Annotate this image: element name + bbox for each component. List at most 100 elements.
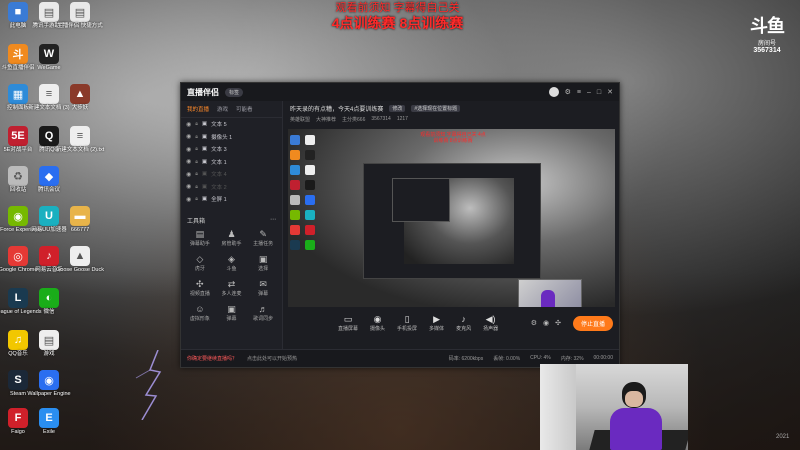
desktop-icon[interactable]: ♻ 回收站	[2, 166, 34, 194]
more-icon[interactable]: ⋯	[270, 216, 276, 225]
desktop-icon[interactable]: ◎ Google Chrome	[0, 246, 37, 274]
source-type-icon: ▣	[201, 133, 208, 140]
source-item[interactable]: ◉ 🔒︎ ▣ 文本 4	[181, 168, 282, 181]
tool-item[interactable]: ✉ 弹幕	[247, 279, 279, 297]
stream-preview[interactable]: 观看前须知 字幕得自己关 4点训练赛 8点训练赛	[288, 129, 615, 307]
desktop-icon[interactable]: ▤ 主播伴侣 快捷方式	[57, 2, 103, 30]
desktop-icon[interactable]: E Exile	[33, 408, 65, 436]
desktop-icon[interactable]: ♫ QQ音乐	[2, 330, 34, 358]
desktop-icon[interactable]: ≡ 新建文本文档 (2).txt	[56, 126, 104, 154]
tool-item[interactable]: ◈ 斗鱼	[216, 254, 248, 272]
tool-label: 斗鱼	[226, 265, 237, 272]
eye-icon[interactable]: ◉	[186, 183, 191, 190]
minimize-icon[interactable]: –	[587, 89, 591, 96]
close-icon[interactable]: ✕	[607, 88, 613, 96]
desktop-icon[interactable]: 5E 5E对战平台	[2, 126, 34, 154]
app-badge[interactable]: 标签	[225, 87, 244, 97]
tool-item[interactable]: ☺ 虚拟形象	[184, 304, 216, 322]
source-item[interactable]: ◉ 🔒︎ ▣ 文本 1	[181, 156, 282, 169]
desktop-icon[interactable]: ◉GeForce Experience	[0, 206, 43, 234]
eye-icon[interactable]: ◉	[186, 146, 191, 153]
tool-item[interactable]: ▤ 弹幕助手	[184, 229, 216, 247]
tool-item[interactable]: ◇ 虎牙	[184, 254, 216, 272]
live-button[interactable]: 停止直播	[572, 315, 613, 331]
maximize-icon[interactable]: □	[597, 89, 601, 96]
tool-item[interactable]: ▣ 选择	[247, 254, 279, 272]
stream-title-bar: 昨天录的有点糟，今天4点要训练赛 修改 #选择现在位置标题	[284, 101, 619, 116]
eye-icon[interactable]: ◉	[186, 133, 191, 140]
source-item[interactable]: ◉ 🔒︎ ▣ 文本 2	[181, 181, 282, 194]
lock-icon[interactable]: 🔒︎	[195, 171, 198, 177]
douyu-icon: 斗	[8, 44, 28, 64]
settings-icon[interactable]: ⚙	[531, 319, 537, 327]
tool-item[interactable]: ⇄ 多人连麦	[216, 279, 248, 297]
desktop-icon[interactable]: ≡ 新建文本文档 (3)	[28, 84, 70, 112]
desktop-icon[interactable]: 斗斗鱼直播伴侣	[2, 44, 35, 72]
source-item[interactable]: ◉ 🔒︎ ▣ 文本 5	[181, 118, 282, 131]
tools-header: 工具箱 ⋯	[187, 216, 282, 225]
stream-meta-item: 主分类666	[342, 117, 366, 123]
lock-icon[interactable]: 🔒︎	[195, 121, 198, 127]
overlay-line-2: 4点训练赛 8点训练赛	[331, 15, 464, 31]
desktop-icon[interactable]: ▤ 游戏	[33, 330, 65, 358]
desktop-icon[interactable]: W WeGame	[33, 44, 65, 72]
webcam-overlay	[540, 364, 688, 450]
tool-item[interactable]: ♟ 房管助手	[216, 229, 248, 247]
eye-icon[interactable]: ◉	[186, 171, 191, 178]
desktop-icon[interactable]: ◉ Wallpaper Engine	[27, 370, 71, 398]
status-warning[interactable]: 你确定要继续直播吗？	[187, 355, 237, 362]
desktop-icon[interactable]: ◐ 微信	[33, 288, 65, 316]
tab[interactable]: 可能看	[236, 105, 253, 113]
source-item[interactable]: ◉ 🔒︎ ▣ 文本 3	[181, 143, 282, 156]
settings-icon[interactable]: ⚙	[565, 88, 571, 96]
source-item[interactable]: ◉ 🔒︎ ▣ 摄像头 1	[181, 131, 282, 144]
eye-icon[interactable]: ◉	[186, 121, 191, 128]
control-label: 多媒体	[429, 326, 445, 332]
topic-tag[interactable]: #选择现在位置标题	[411, 105, 461, 112]
tool-label: 弹幕	[258, 290, 269, 297]
eye-icon[interactable]: ◉	[543, 319, 549, 327]
tool-item[interactable]: ▣ 弹幕	[216, 304, 248, 322]
gear-icon[interactable]: ✣	[555, 319, 561, 327]
desktop-icon[interactable]: ▲ Goose Goose Duck	[56, 246, 104, 274]
lock-icon[interactable]: 🔒︎	[195, 184, 198, 190]
source-type-icon: ▣	[201, 158, 208, 165]
tab[interactable]: 我的直播	[187, 105, 209, 113]
source-item[interactable]: ◉ 🔒︎ ▣ 全屏 1	[181, 193, 282, 206]
control-button[interactable]: ▶ 多媒体	[429, 314, 444, 332]
lock-icon[interactable]: 🔒︎	[195, 159, 198, 165]
lock-icon[interactable]: 🔒︎	[195, 134, 198, 140]
douyu-watermark: 斗鱼 房间号 3567314	[742, 12, 792, 54]
stream-title[interactable]: 昨天录的有点糟，今天4点要训练赛	[290, 104, 383, 113]
desktop-icon[interactable]: F Faigo	[2, 408, 34, 436]
overlay-line-1: 观看前须知 字幕得自己关	[335, 2, 460, 14]
desktop-icon[interactable]: LLeague of Legends	[0, 288, 42, 316]
preview-webcam	[518, 279, 582, 307]
desktop-icon[interactable]: ■ 此电脑	[2, 2, 34, 30]
control-button[interactable]: ◉ 摄像头	[370, 314, 385, 332]
control-button[interactable]: ▭ 直播屏幕	[338, 314, 358, 332]
eye-icon[interactable]: ◉	[186, 158, 191, 165]
tool-label: 弹幕助手	[189, 240, 210, 247]
tool-item[interactable]: ✎ 主播任务	[247, 229, 279, 247]
control-button[interactable]: ▯ 手机投屏	[397, 314, 417, 332]
control-button[interactable]: ♪ 麦克风	[456, 314, 471, 332]
status-hint[interactable]: 点击此处可以开始预热	[247, 355, 297, 362]
nested-preview-window-2	[392, 178, 450, 222]
lock-icon[interactable]: 🔒︎	[195, 196, 198, 202]
tool-item[interactable]: ✣ 视频直播	[184, 279, 216, 297]
tab[interactable]: 游戏	[217, 105, 228, 113]
lock-icon[interactable]: 🔒︎	[195, 146, 198, 152]
control-button[interactable]: ◀) 扬声器	[483, 314, 498, 332]
tool-item[interactable]: ♬ 歌词同步	[247, 304, 279, 322]
chat-icon: ✉	[259, 278, 267, 289]
avatar[interactable]	[548, 87, 559, 97]
desktop-icon[interactable]: ▬ 666777	[64, 206, 96, 234]
lol-icon: L	[8, 288, 28, 308]
desktop-icon[interactable]: U 网易UU加速器	[31, 206, 67, 234]
desktop-icon[interactable]: ▲ 大步妖	[64, 84, 96, 112]
eye-icon[interactable]: ◉	[186, 196, 191, 203]
menu-icon[interactable]: ≡	[577, 89, 581, 96]
edit-button[interactable]: 修改	[389, 105, 406, 112]
desktop-icon[interactable]: ◆ 腾讯会议	[33, 166, 65, 194]
